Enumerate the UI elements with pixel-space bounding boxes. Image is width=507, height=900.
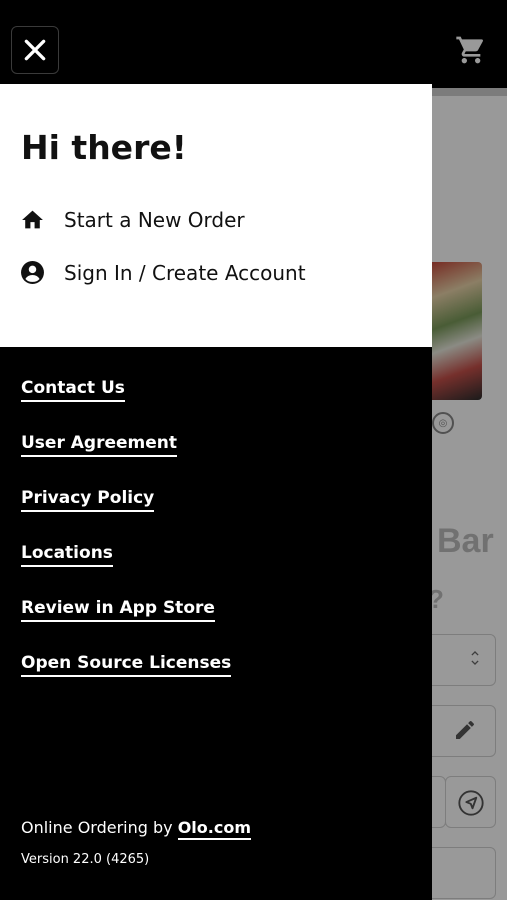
close-button[interactable] bbox=[11, 26, 59, 74]
start-new-order-label: Start a New Order bbox=[64, 207, 245, 232]
sign-in-item[interactable]: Sign In / Create Account bbox=[20, 260, 306, 285]
privacy-policy-link[interactable]: Privacy Policy bbox=[21, 488, 155, 512]
contact-us-link[interactable]: Contact Us bbox=[21, 378, 125, 402]
navigation-drawer: Hi there! Start a New Order Sign In / Cr… bbox=[0, 0, 432, 900]
olo-link[interactable]: Olo.com bbox=[177, 818, 252, 840]
account-circle-icon bbox=[20, 260, 45, 285]
powered-by-text: Online Ordering by bbox=[21, 818, 178, 837]
start-new-order-item[interactable]: Start a New Order bbox=[20, 207, 245, 232]
drawer-header bbox=[0, 0, 432, 84]
close-icon bbox=[24, 39, 46, 61]
review-in-app-store-link[interactable]: Review in App Store bbox=[21, 598, 215, 622]
sign-in-label: Sign In / Create Account bbox=[64, 260, 306, 285]
locations-link[interactable]: Locations bbox=[21, 543, 113, 567]
user-agreement-link[interactable]: User Agreement bbox=[21, 433, 177, 457]
home-icon bbox=[20, 207, 45, 232]
open-source-licenses-link[interactable]: Open Source Licenses bbox=[21, 653, 232, 677]
app-version: Version 22.0 (4265) bbox=[21, 852, 150, 867]
welcome-panel: Hi there! Start a New Order Sign In / Cr… bbox=[0, 84, 432, 347]
powered-by: Online Ordering by Olo.com bbox=[21, 818, 252, 840]
greeting-heading: Hi there! bbox=[21, 128, 187, 167]
